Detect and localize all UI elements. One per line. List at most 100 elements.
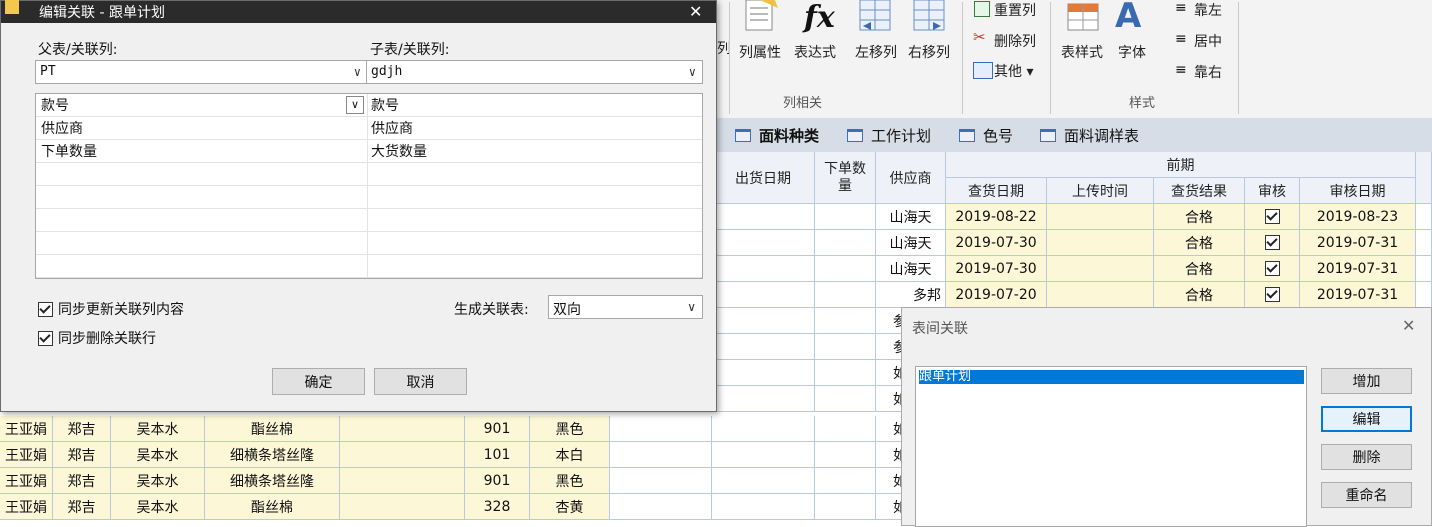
cell-ship-date[interactable] (712, 468, 815, 494)
cell-upload-time[interactable] (1047, 230, 1154, 256)
move-left-button[interactable]: 左移列 (855, 42, 897, 62)
mapping-parent[interactable]: 下单数量 (41, 141, 97, 161)
cell-ship-date[interactable] (712, 282, 815, 308)
relations-list[interactable]: 跟单计划 (915, 366, 1307, 527)
align-center-button[interactable]: 居中 (1194, 31, 1222, 51)
cell-supplier[interactable]: 山海天 (876, 230, 946, 256)
cell-order-qty[interactable] (815, 256, 876, 282)
cell-supplier[interactable]: 山海天 (876, 204, 946, 230)
cell-fabric[interactable]: 酯丝棉 (205, 416, 340, 442)
cell-upload-time[interactable] (1047, 256, 1154, 282)
mapping-row[interactable] (36, 186, 702, 209)
table-style-button[interactable]: 表样式 (1061, 42, 1103, 62)
cell-ship-date[interactable] (712, 230, 815, 256)
cell-check-result[interactable]: 合格 (1154, 204, 1245, 230)
cell-empty[interactable] (610, 468, 712, 494)
close-icon[interactable]: ✕ (1402, 316, 1415, 335)
cell-check-result[interactable]: 合格 (1154, 256, 1245, 282)
cell-extra[interactable] (1416, 204, 1432, 230)
mapping-row[interactable]: 下单数量 大货数量 (36, 140, 702, 163)
sync-delete-checkbox[interactable] (38, 331, 53, 346)
chevron-down-icon[interactable]: ∨ (346, 96, 364, 114)
cell-color[interactable]: 本白 (530, 442, 610, 468)
cell-supplier[interactable]: 山海天 (876, 256, 946, 282)
header-ship-date[interactable]: 出货日期 (712, 152, 815, 204)
cell-order-qty[interactable] (815, 386, 876, 412)
delete-button[interactable]: 删除 (1321, 444, 1412, 470)
mapping-row[interactable]: 供应商 供应商 (36, 117, 702, 140)
header-audit[interactable]: 审核 (1245, 178, 1300, 204)
cell-order-qty[interactable] (815, 334, 876, 360)
header-order-qty[interactable]: 下单数量 (815, 152, 876, 204)
cell-color[interactable]: 杏黄 (530, 494, 610, 520)
mapping-row[interactable]: 款号 ∨ 款号 (36, 94, 702, 117)
cell-supplier[interactable]: 多邦 (876, 282, 946, 308)
edit-button[interactable]: 编辑 (1321, 406, 1412, 432)
cell-ship-date[interactable] (712, 442, 815, 468)
cell-empty[interactable] (610, 442, 712, 468)
cell-audit[interactable] (1245, 282, 1300, 308)
header-upload-time[interactable]: 上传时间 (1047, 178, 1154, 204)
mapping-row[interactable] (36, 163, 702, 186)
cell-audit-date[interactable]: 2019-07-31 (1300, 256, 1416, 282)
cell-ship-date[interactable] (712, 494, 815, 520)
mapping-row[interactable] (36, 209, 702, 232)
cell-order-qty[interactable] (815, 468, 876, 494)
cell-empty[interactable] (610, 416, 712, 442)
cell-ship-date[interactable] (712, 416, 815, 442)
cell-audit[interactable] (1245, 256, 1300, 282)
cell-extra[interactable] (1416, 256, 1432, 282)
cell-fabric[interactable]: 酯丝棉 (205, 494, 340, 520)
cell-ship-date[interactable] (712, 256, 815, 282)
cell-audit-date[interactable]: 2019-07-31 (1300, 282, 1416, 308)
cell-order-qty[interactable] (815, 442, 876, 468)
cell-audit-date[interactable]: 2019-07-31 (1300, 230, 1416, 256)
header-supplier[interactable]: 供应商 (876, 152, 946, 204)
cell-c2[interactable]: 郑吉 (53, 468, 111, 494)
cell-upload-time[interactable] (1047, 204, 1154, 230)
mapping-row[interactable] (36, 255, 702, 278)
tab-fabric-type[interactable]: 面料种类 (735, 125, 819, 146)
cell-extra[interactable] (1416, 282, 1432, 308)
cell-ship-date[interactable] (712, 360, 815, 386)
cell-code[interactable]: 901 (465, 468, 530, 494)
mapping-child[interactable]: 款号 (371, 95, 399, 115)
cell-order-qty[interactable] (815, 494, 876, 520)
mapping-child[interactable]: 供应商 (371, 118, 413, 138)
tab-color-no[interactable]: 色号 (959, 125, 1013, 146)
cell-upload-time[interactable] (1047, 282, 1154, 308)
cell-order-qty[interactable] (815, 230, 876, 256)
cell-empty[interactable] (340, 494, 465, 520)
cell-empty[interactable] (610, 494, 712, 520)
cell-order-qty[interactable] (815, 204, 876, 230)
mapping-parent[interactable]: 款号 (41, 95, 69, 115)
cell-audit-date[interactable]: 2019-08-23 (1300, 204, 1416, 230)
cell-code[interactable]: 101 (465, 442, 530, 468)
cell-order-qty[interactable] (815, 360, 876, 386)
cell-check-date[interactable]: 2019-07-30 (946, 256, 1047, 282)
column-property-button[interactable]: 列属性 (739, 42, 781, 62)
delete-column-button[interactable]: 删除列 (994, 31, 1036, 51)
cell-name[interactable]: 王亚娟 (0, 442, 53, 468)
ok-button[interactable]: 确定 (272, 368, 365, 395)
audit-checkbox[interactable] (1264, 235, 1280, 250)
mapping-child[interactable]: 大货数量 (371, 141, 427, 161)
cell-check-date[interactable]: 2019-08-22 (946, 204, 1047, 230)
parent-table-select[interactable]: PT ∨ (35, 60, 368, 84)
cell-name[interactable]: 王亚娟 (0, 468, 53, 494)
add-button[interactable]: 增加 (1321, 368, 1412, 394)
rename-button[interactable]: 重命名 (1321, 482, 1412, 508)
cell-audit[interactable] (1245, 204, 1300, 230)
mapping-row[interactable] (36, 232, 702, 255)
cell-c2[interactable]: 郑吉 (53, 442, 111, 468)
cell-fabric[interactable]: 细横条塔丝隆 (205, 468, 340, 494)
header-check-result[interactable]: 查货结果 (1154, 178, 1245, 204)
font-button[interactable]: 字体 (1118, 42, 1146, 62)
align-right-button[interactable]: 靠右 (1194, 62, 1222, 82)
cell-check-date[interactable]: 2019-07-20 (946, 282, 1047, 308)
align-left-button[interactable]: 靠左 (1194, 0, 1222, 20)
cell-c2[interactable]: 郑吉 (53, 416, 111, 442)
cell-empty[interactable] (340, 416, 465, 442)
cell-audit[interactable] (1245, 230, 1300, 256)
child-table-select[interactable]: gdjh ∨ (366, 60, 703, 84)
